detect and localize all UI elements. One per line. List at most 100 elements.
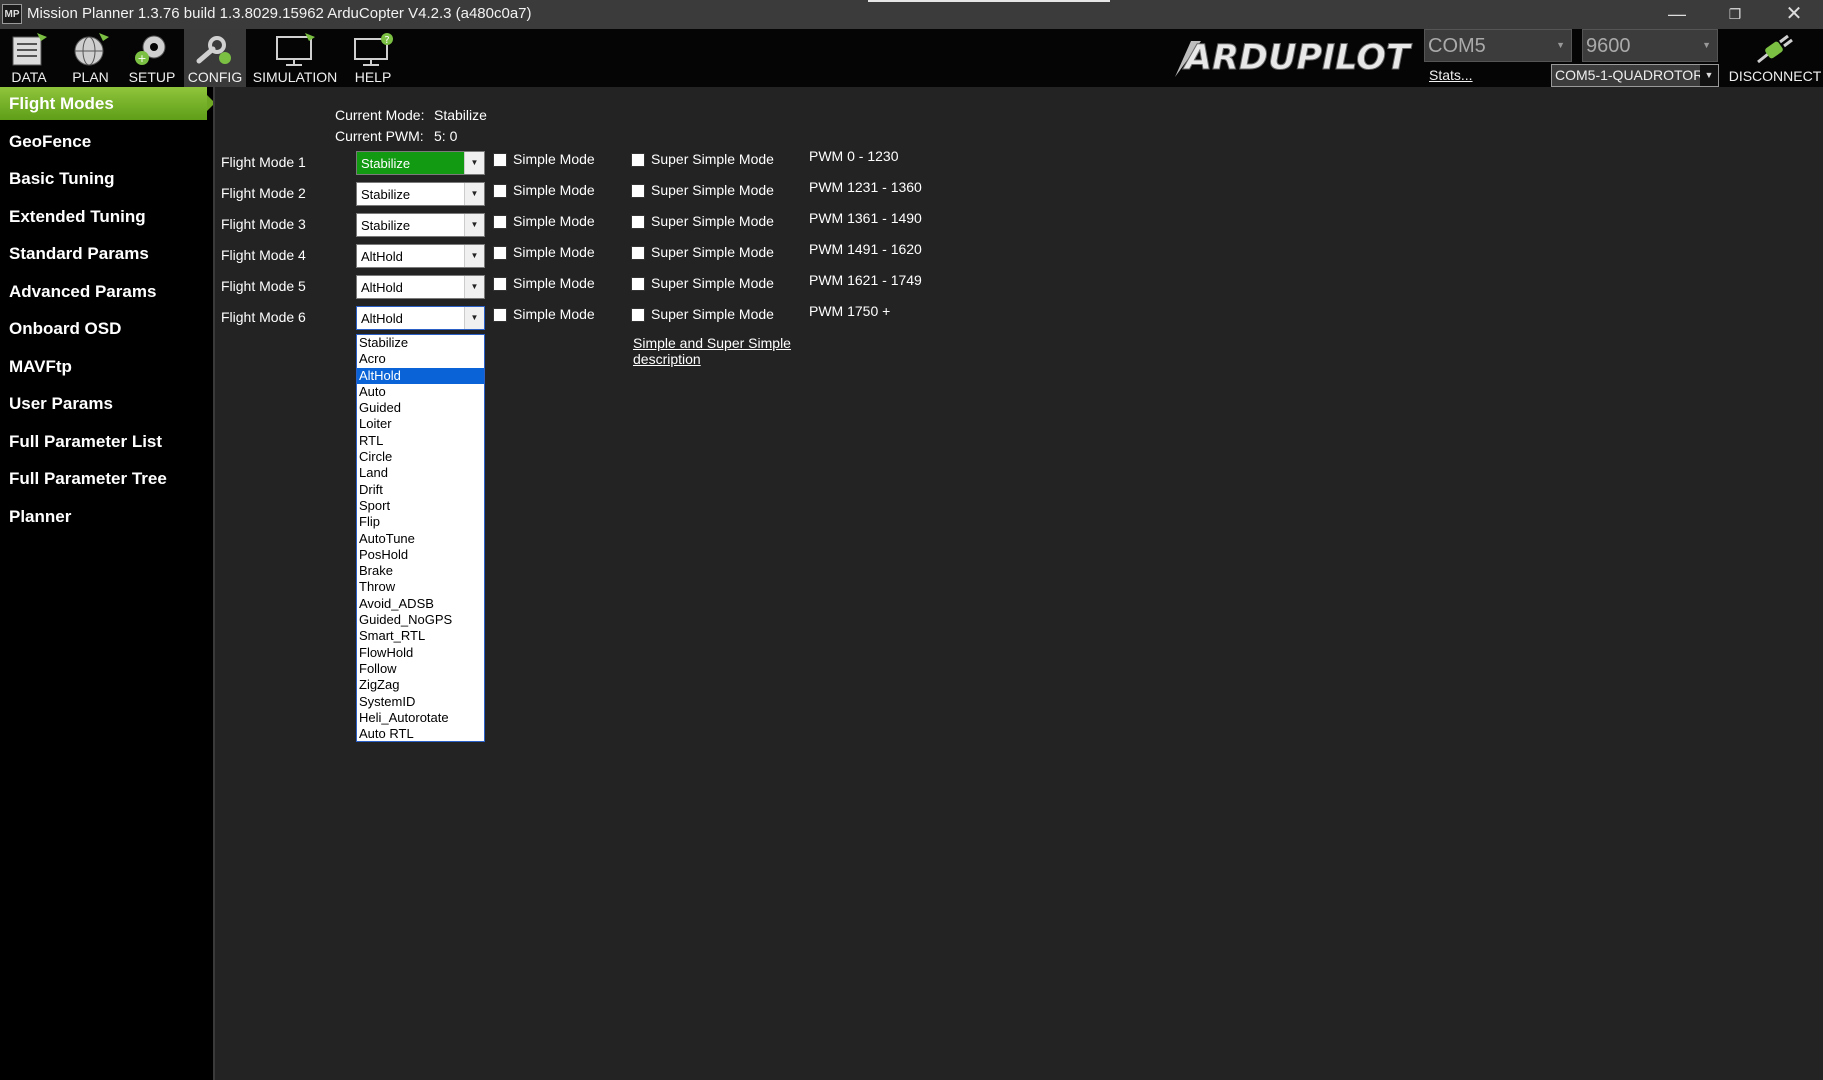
sidebar-item-standard-params[interactable]: Standard Params — [0, 237, 213, 270]
flight-mode-dropdown-list[interactable]: Stabilize Acro AltHold Auto Guided Loiter RTL C… — [356, 334, 485, 742]
dropdown-option[interactable]: RTL — [357, 433, 484, 449]
port-select[interactable]: COM5 ▼ — [1424, 29, 1572, 62]
nav-setup-button[interactable]: + SETUP — [124, 29, 180, 87]
dropdown-option[interactable]: Stabilize — [357, 335, 484, 351]
dropdown-option[interactable]: Land — [357, 465, 484, 481]
flight-mode-value: AltHold — [361, 311, 403, 326]
dropdown-option[interactable]: AutoTune — [357, 531, 484, 547]
simple-mode-checkbox[interactable] — [493, 277, 507, 291]
sidebar-item-user-params[interactable]: User Params — [0, 387, 213, 420]
sidebar-item-advanced-params[interactable]: Advanced Params — [0, 275, 213, 308]
simple-mode-checkbox[interactable] — [493, 153, 507, 167]
simple-mode-checkbox[interactable] — [493, 246, 507, 260]
super-simple-mode-checkbox[interactable] — [631, 277, 645, 291]
dropdown-option[interactable]: Auto RTL — [357, 726, 484, 742]
dropdown-option[interactable]: Drift — [357, 482, 484, 498]
dropdown-option[interactable]: Heli_Autorotate — [357, 710, 484, 726]
baud-select[interactable]: 9600 ▼ — [1582, 29, 1718, 62]
flight-mode-4-select[interactable]: AltHold ▼ — [356, 244, 485, 268]
nav-plan-label: PLAN — [72, 69, 109, 85]
super-simple-mode-label: Super Simple Mode — [651, 151, 774, 167]
dropdown-option[interactable]: Flip — [357, 514, 484, 530]
simple-mode-label: Simple Mode — [513, 275, 595, 291]
dropdown-option[interactable]: Follow — [357, 661, 484, 677]
nav-plan-button[interactable]: PLAN — [63, 29, 118, 87]
sidebar-item-full-parameter-tree[interactable]: Full Parameter Tree — [0, 462, 213, 495]
sidebar-item-mavftp[interactable]: MAVFtp — [0, 350, 213, 383]
logo-text: ARDUPILOT — [1182, 38, 1413, 78]
chevron-down-icon: ▼ — [464, 214, 484, 236]
super-simple-mode-checkbox[interactable] — [631, 215, 645, 229]
vehicle-select[interactable]: COM5-1-QUADROTOR ▼ — [1551, 64, 1719, 87]
disconnect-button[interactable]: DISCONNECT — [1727, 29, 1823, 87]
pwm-range: PWM 1231 - 1360 — [809, 179, 922, 195]
title-bar: MP Mission Planner 1.3.76 build 1.3.8029… — [0, 0, 1823, 29]
flight-mode-1-select[interactable]: Stabilize ▼ — [356, 151, 485, 175]
sidebar-item-flight-modes[interactable]: Flight Modes — [0, 87, 215, 120]
nav-data-button[interactable]: DATA — [0, 29, 58, 87]
sidebar-item-label: MAVFtp — [9, 356, 72, 376]
dropdown-option[interactable]: Guided — [357, 400, 484, 416]
close-button[interactable]: ✕ — [1765, 0, 1823, 29]
dropdown-option[interactable]: SystemID — [357, 694, 484, 710]
stats-link[interactable]: Stats... — [1429, 67, 1473, 83]
sidebar-item-onboard-osd[interactable]: Onboard OSD — [0, 312, 213, 345]
dropdown-option[interactable]: Throw — [357, 579, 484, 595]
dropdown-option[interactable]: Guided_NoGPS — [357, 612, 484, 628]
nav-simulation-button[interactable]: SIMULATION — [250, 29, 340, 87]
port-value: COM5 — [1428, 35, 1486, 57]
simple-mode-checkbox[interactable] — [493, 184, 507, 198]
dropdown-option[interactable]: Acro — [357, 351, 484, 367]
simple-description-link[interactable]: Simple and Super Simple description — [633, 335, 803, 367]
sidebar-item-basic-tuning[interactable]: Basic Tuning — [0, 162, 213, 195]
chevron-down-icon: ▼ — [464, 245, 484, 267]
dropdown-option[interactable]: Auto — [357, 384, 484, 400]
flight-mode-6-select[interactable]: AltHold ▼ — [356, 306, 485, 330]
dropdown-option[interactable]: Sport — [357, 498, 484, 514]
flight-mode-label: Flight Mode 6 — [221, 309, 306, 325]
sidebar-item-extended-tuning[interactable]: Extended Tuning — [0, 200, 213, 233]
chevron-down-icon: ▼ — [464, 307, 484, 329]
dropdown-option[interactable]: ZigZag — [357, 677, 484, 693]
svg-text:?: ? — [384, 35, 389, 46]
flight-mode-value: AltHold — [361, 280, 403, 295]
simple-mode-checkbox[interactable] — [493, 308, 507, 322]
setup-icon: + — [135, 35, 166, 65]
dropdown-option[interactable]: Smart_RTL — [357, 628, 484, 644]
baud-value: 9600 — [1586, 35, 1631, 57]
flight-mode-5-select[interactable]: AltHold ▼ — [356, 275, 485, 299]
restore-button[interactable]: ❐ — [1706, 0, 1764, 29]
dropdown-option[interactable]: PosHold — [357, 547, 484, 563]
simple-mode-checkbox[interactable] — [493, 215, 507, 229]
simple-mode-label: Simple Mode — [513, 244, 595, 260]
super-simple-mode-checkbox[interactable] — [631, 184, 645, 198]
current-mode-label: Current Mode: — [335, 107, 425, 123]
super-simple-mode-checkbox[interactable] — [631, 246, 645, 260]
flight-mode-2-select[interactable]: Stabilize ▼ — [356, 182, 485, 206]
sidebar-item-geofence[interactable]: GeoFence — [0, 125, 213, 158]
dropdown-option[interactable]: AltHold — [357, 367, 484, 384]
super-simple-mode-label: Super Simple Mode — [651, 244, 774, 260]
flight-mode-3-select[interactable]: Stabilize ▼ — [356, 213, 485, 237]
minimize-button[interactable]: — — [1648, 0, 1706, 29]
nav-simulation-label: SIMULATION — [252, 69, 338, 85]
chevron-down-icon: ▼ — [1700, 65, 1718, 86]
nav-config-button[interactable]: CONFIG — [184, 29, 246, 87]
nav-help-button[interactable]: ? HELP — [346, 29, 400, 87]
sidebar-item-label: Full Parameter List — [9, 431, 163, 451]
vehicle-value: COM5-1-QUADROTOR — [1555, 67, 1704, 83]
sidebar-item-label: Planner — [9, 506, 72, 526]
dropdown-option[interactable]: Circle — [357, 449, 484, 465]
super-simple-mode-checkbox[interactable] — [631, 153, 645, 167]
super-simple-mode-checkbox[interactable] — [631, 308, 645, 322]
flight-mode-label: Flight Mode 5 — [221, 278, 306, 294]
sidebar-item-planner[interactable]: Planner — [0, 500, 213, 533]
dropdown-option[interactable]: Avoid_ADSB — [357, 596, 484, 612]
sidebar-item-full-parameter-list[interactable]: Full Parameter List — [0, 425, 213, 458]
sidebar-item-label: Onboard OSD — [9, 319, 122, 338]
dropdown-option[interactable]: FlowHold — [357, 645, 484, 661]
chevron-down-icon: ▼ — [464, 152, 484, 174]
dropdown-option[interactable]: Brake — [357, 563, 484, 579]
dropdown-option[interactable]: Loiter — [357, 416, 484, 432]
sidebar-item-label: Extended Tuning — [9, 206, 146, 226]
